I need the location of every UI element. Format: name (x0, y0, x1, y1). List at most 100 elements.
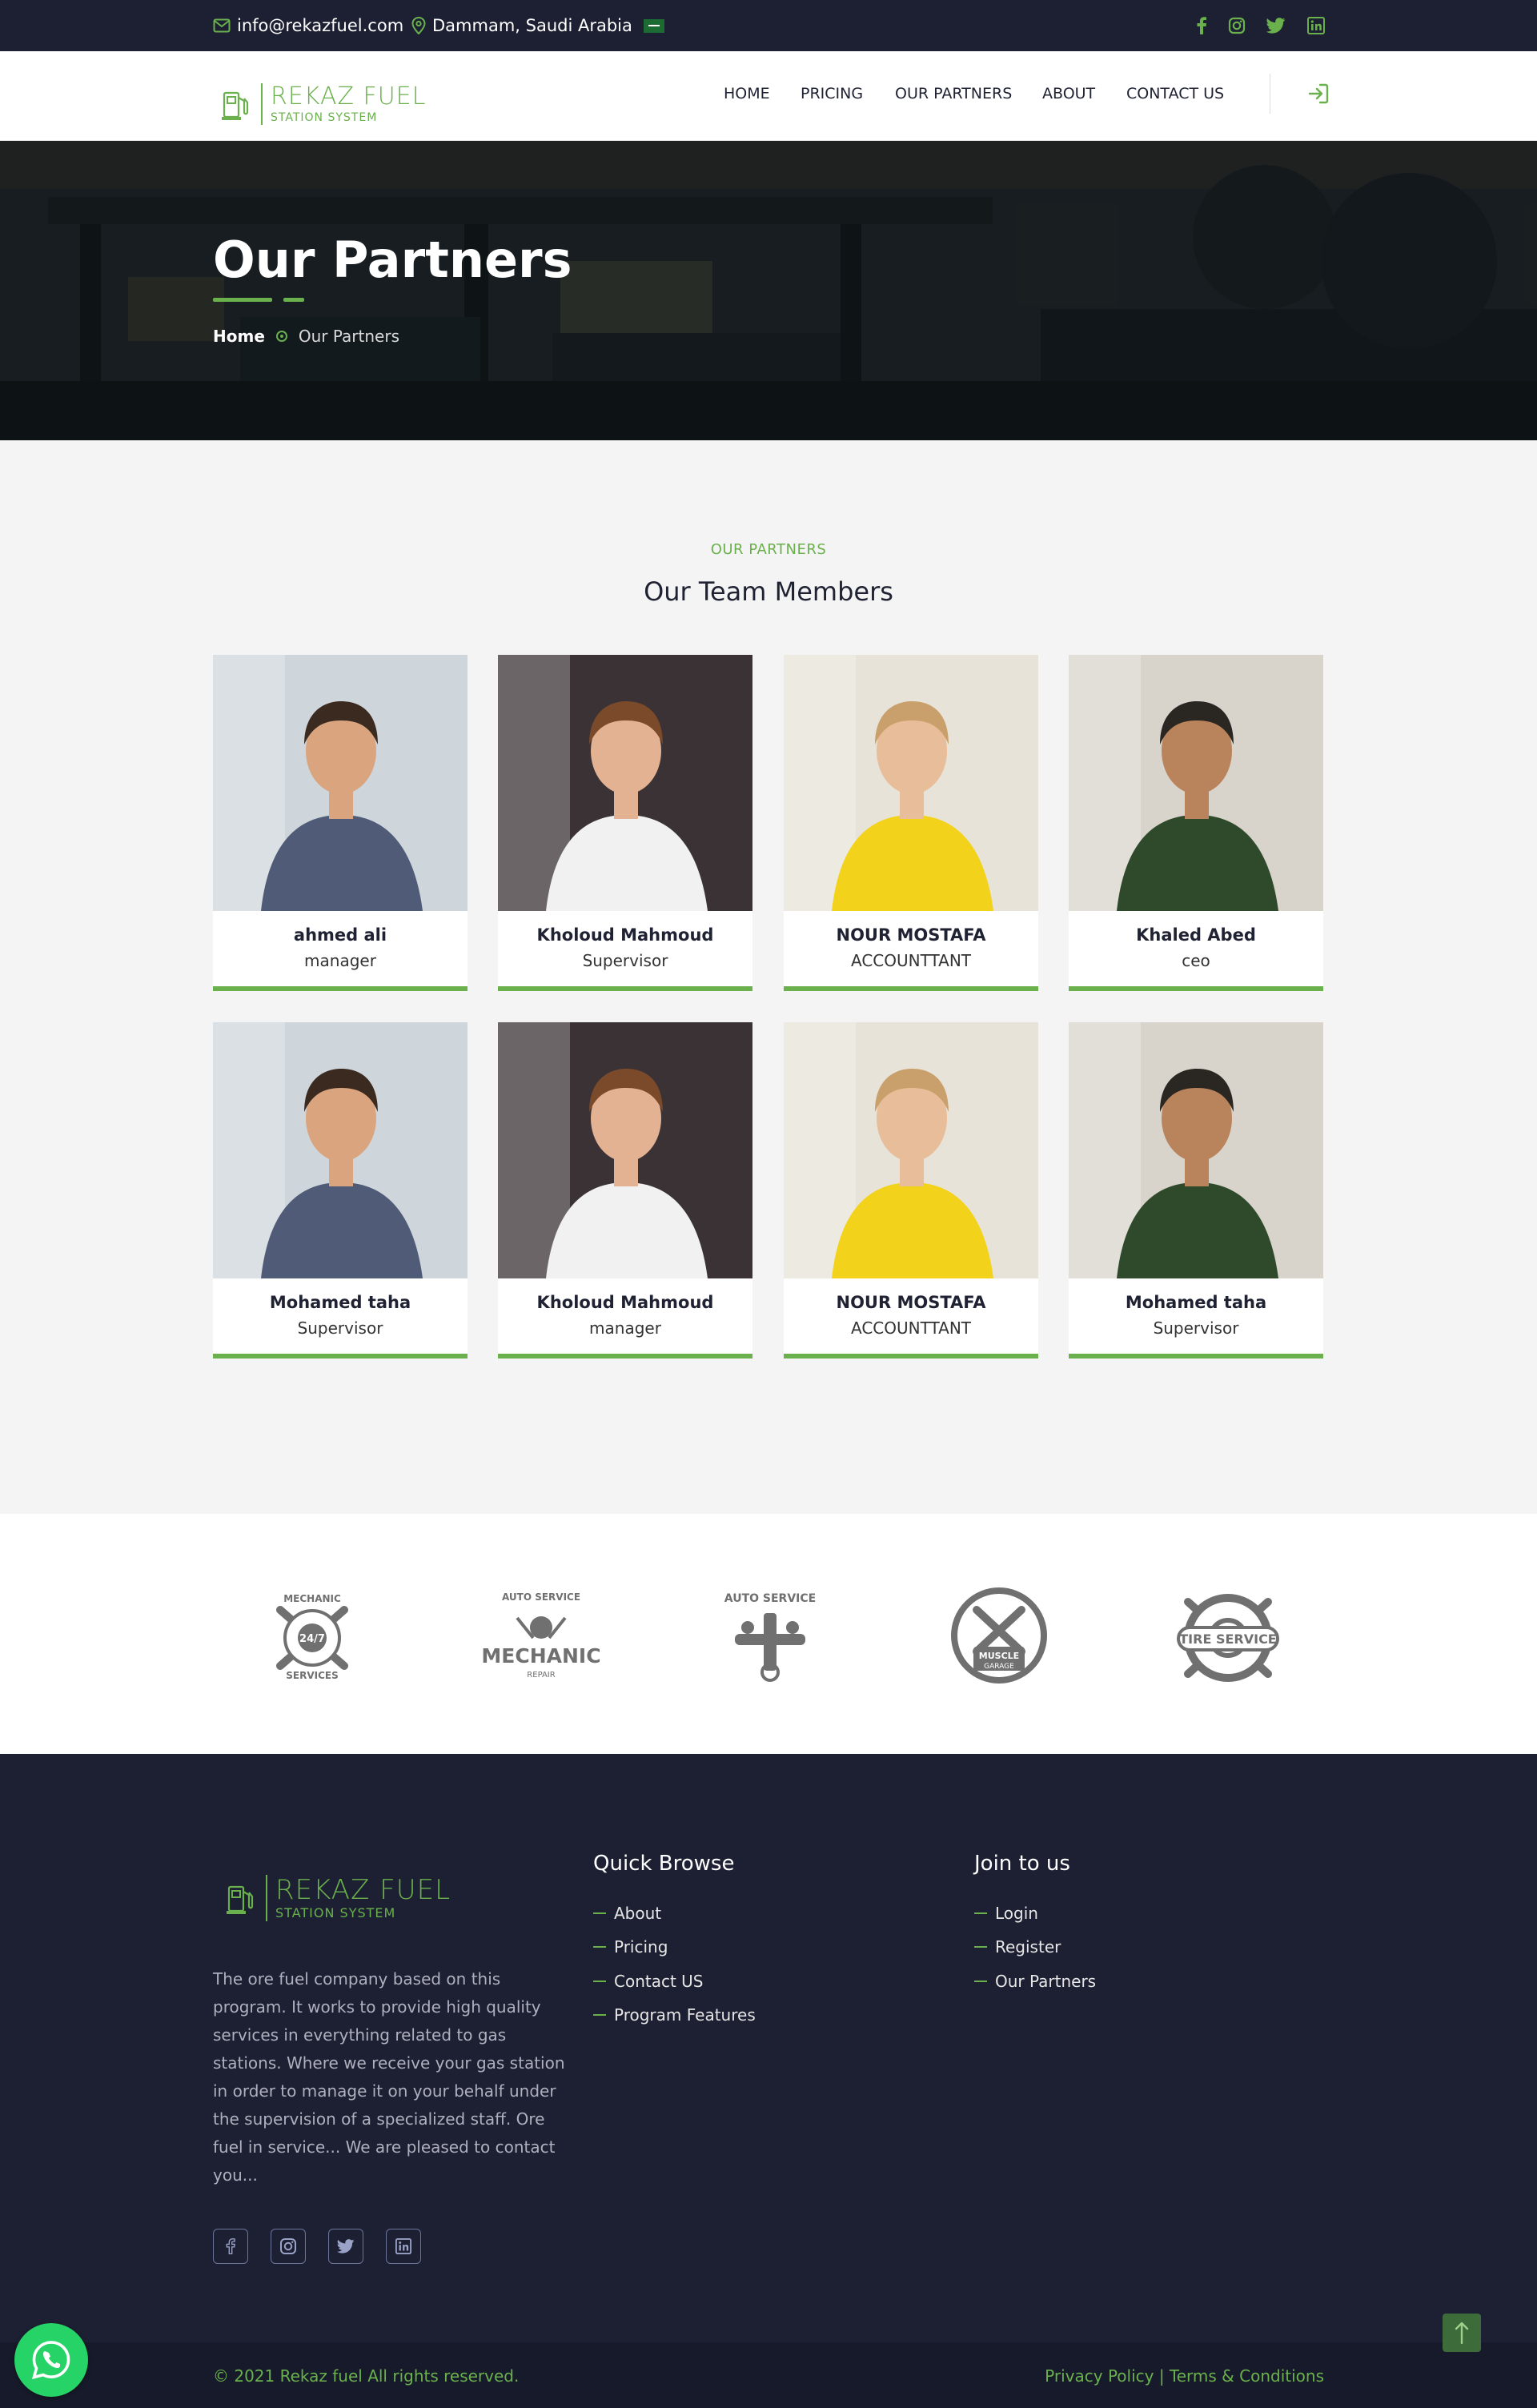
footer-join-title: Join to us (974, 1852, 1070, 1876)
team-member-name: Khaled Abed (1136, 925, 1256, 945)
brand-4-center: MUSCLE (979, 1651, 1019, 1661)
brand-1-center: 24/7 (299, 1633, 325, 1645)
brand-logo-mechanic-services: 24/7 MECHANIC SERVICES (248, 1578, 376, 1690)
footer-twitter-icon[interactable] (328, 2229, 363, 2264)
footer-link-register[interactable]: Register (974, 1937, 1061, 1956)
footer-logo-subtitle: STATION SYSTEM (275, 1905, 396, 1920)
team-member-name: Mohamed taha (269, 1293, 411, 1312)
brand-logo-auto-service: AUTO SERVICE (706, 1578, 834, 1690)
nav-contact-us[interactable]: CONTACT US (1126, 85, 1224, 102)
team-member-card[interactable]: NOUR MOSTAFA ACCOUNTTANT (784, 1022, 1038, 1359)
nav-pricing[interactable]: PRICING (801, 85, 863, 102)
footer-link-about[interactable]: About (593, 1904, 661, 1923)
instagram-icon[interactable] (1226, 14, 1248, 37)
brand-2-top: AUTO SERVICE (502, 1591, 580, 1603)
team-member-name: Mohamed taha (1125, 1293, 1267, 1312)
team-member-role: ACCOUNTTANT (851, 951, 971, 970)
footer-link-pricing[interactable]: Pricing (593, 1937, 668, 1956)
fuel-pump-icon (227, 1885, 254, 1914)
team-member-photo (784, 1022, 1038, 1278)
email-text: info@rekazfuel.com (237, 16, 404, 35)
footer-linkedin-icon[interactable] (386, 2229, 421, 2264)
facebook-icon[interactable] (1190, 14, 1213, 37)
twitter-icon[interactable] (1265, 14, 1287, 37)
saudi-flag-icon (643, 18, 664, 33)
team-member-name: Kholoud Mahmoud (536, 925, 714, 945)
policy-links[interactable]: Privacy Policy | Terms & Conditions (1045, 2366, 1324, 2386)
map-pin-icon (411, 17, 426, 34)
team-member-photo (213, 1022, 468, 1278)
brand-1-top: MECHANIC (283, 1593, 341, 1604)
team-member-name: NOUR MOSTAFA (836, 925, 986, 945)
nav-about[interactable]: ABOUT (1042, 85, 1095, 102)
team-member-name: ahmed ali (293, 925, 387, 945)
brand-logo-muscle-garage: MUSCLE GARAGE (935, 1578, 1063, 1690)
top-bar: info@rekazfuel.com Dammam, Saudi Arabia (0, 0, 1537, 51)
team-member-role: ACCOUNTTANT (851, 1318, 971, 1338)
footer-logo-name: REKAZ FUEL (275, 1874, 451, 1906)
footer-link-contact[interactable]: Contact US (593, 1972, 704, 1991)
brand-4-bottom: GARAGE (984, 1663, 1014, 1671)
team-member-role: Supervisor (1153, 1318, 1239, 1338)
title-underline-short (283, 298, 304, 302)
login-icon[interactable] (1306, 82, 1330, 106)
back-to-top-button[interactable] (1443, 2314, 1481, 2352)
page-title: Our Partners (213, 231, 572, 289)
brand-3-top: AUTO SERVICE (724, 1592, 816, 1605)
footer-bottom-bar: © 2021 Rekaz fuel All rights reserved. P… (0, 2342, 1537, 2408)
footer-link-our-partners[interactable]: Our Partners (974, 1972, 1096, 1991)
footer-link-login[interactable]: Login (974, 1904, 1038, 1923)
footer-instagram-icon[interactable] (271, 2229, 306, 2264)
team-member-card[interactable]: Kholoud Mahmoud manager (498, 1022, 752, 1359)
brand-logo-tire-service: TIRE SERVICE (1164, 1578, 1292, 1690)
logo-divider (266, 1875, 267, 1921)
nav-home[interactable]: HOME (724, 85, 770, 102)
team-member-photo (498, 1022, 752, 1278)
hero-overlay (0, 141, 1537, 440)
team-member-photo (1069, 1022, 1323, 1278)
team-member-card[interactable]: Kholoud Mahmoud Supervisor (498, 655, 752, 991)
footer-link-program-features[interactable]: Program Features (593, 2005, 756, 2025)
breadcrumb-current: Our Partners (298, 327, 399, 346)
copyright-text: © 2021 Rekaz fuel All rights reserved. (213, 2366, 520, 2386)
breadcrumb-separator-icon (275, 331, 287, 342)
brand-1-bottom: SERVICES (286, 1670, 338, 1681)
team-member-photo (498, 655, 752, 911)
team-member-role: ceo (1182, 951, 1210, 970)
arrow-up-icon (1455, 2322, 1469, 2345)
team-member-card[interactable]: ahmed ali manager (213, 655, 468, 991)
breadcrumb-home[interactable]: Home (213, 327, 265, 346)
footer-facebook-icon[interactable] (213, 2229, 248, 2264)
contact-location: Dammam, Saudi Arabia (411, 14, 664, 37)
team-member-role: manager (589, 1318, 661, 1338)
page-hero: Our Partners Home Our Partners (0, 141, 1537, 440)
title-underline (213, 298, 272, 302)
brand-5-center: TIRE SERVICE (1179, 1631, 1276, 1647)
team-member-card[interactable]: Khaled Abed ceo (1069, 655, 1323, 991)
team-member-name: Kholoud Mahmoud (536, 1293, 714, 1312)
brand-2-bottom: REPAIR (527, 1671, 555, 1680)
brand-logo-mechanic-repair: AUTO SERVICE MECHANIC REPAIR (477, 1578, 605, 1690)
footer-quick-browse-title: Quick Browse (593, 1852, 735, 1876)
linkedin-icon[interactable] (1305, 14, 1327, 37)
whatsapp-icon (31, 2341, 70, 2379)
team-member-card[interactable]: Mohamed taha Supervisor (1069, 1022, 1323, 1359)
envelope-icon (213, 18, 231, 33)
team-member-role: manager (304, 951, 376, 970)
section-label: OUR PARTNERS (710, 541, 827, 558)
footer-logo[interactable]: REKAZ FUEL STATION SYSTEM (226, 1875, 451, 1921)
team-member-photo (784, 655, 1038, 911)
footer-about-text: The ore fuel company based on this progr… (213, 1969, 565, 2185)
whatsapp-chat-button[interactable] (14, 2323, 88, 2397)
team-member-card[interactable]: NOUR MOSTAFA ACCOUNTTANT (784, 655, 1038, 991)
team-member-photo (213, 655, 468, 911)
location-text: Dammam, Saudi Arabia (432, 16, 632, 35)
brand-2-center: MECHANIC (481, 1644, 600, 1668)
contact-email[interactable]: info@rekazfuel.com (213, 14, 403, 37)
breadcrumb: Home Our Partners (213, 327, 399, 346)
team-member-role: Supervisor (582, 951, 668, 970)
team-member-card[interactable]: Mohamed taha Supervisor (213, 1022, 468, 1359)
team-member-name: NOUR MOSTAFA (836, 1293, 986, 1312)
nav-our-partners[interactable]: OUR PARTNERS (895, 85, 1012, 102)
partner-brands-strip: 24/7 MECHANIC SERVICES AUTO SERVICE MECH… (0, 1514, 1537, 1754)
